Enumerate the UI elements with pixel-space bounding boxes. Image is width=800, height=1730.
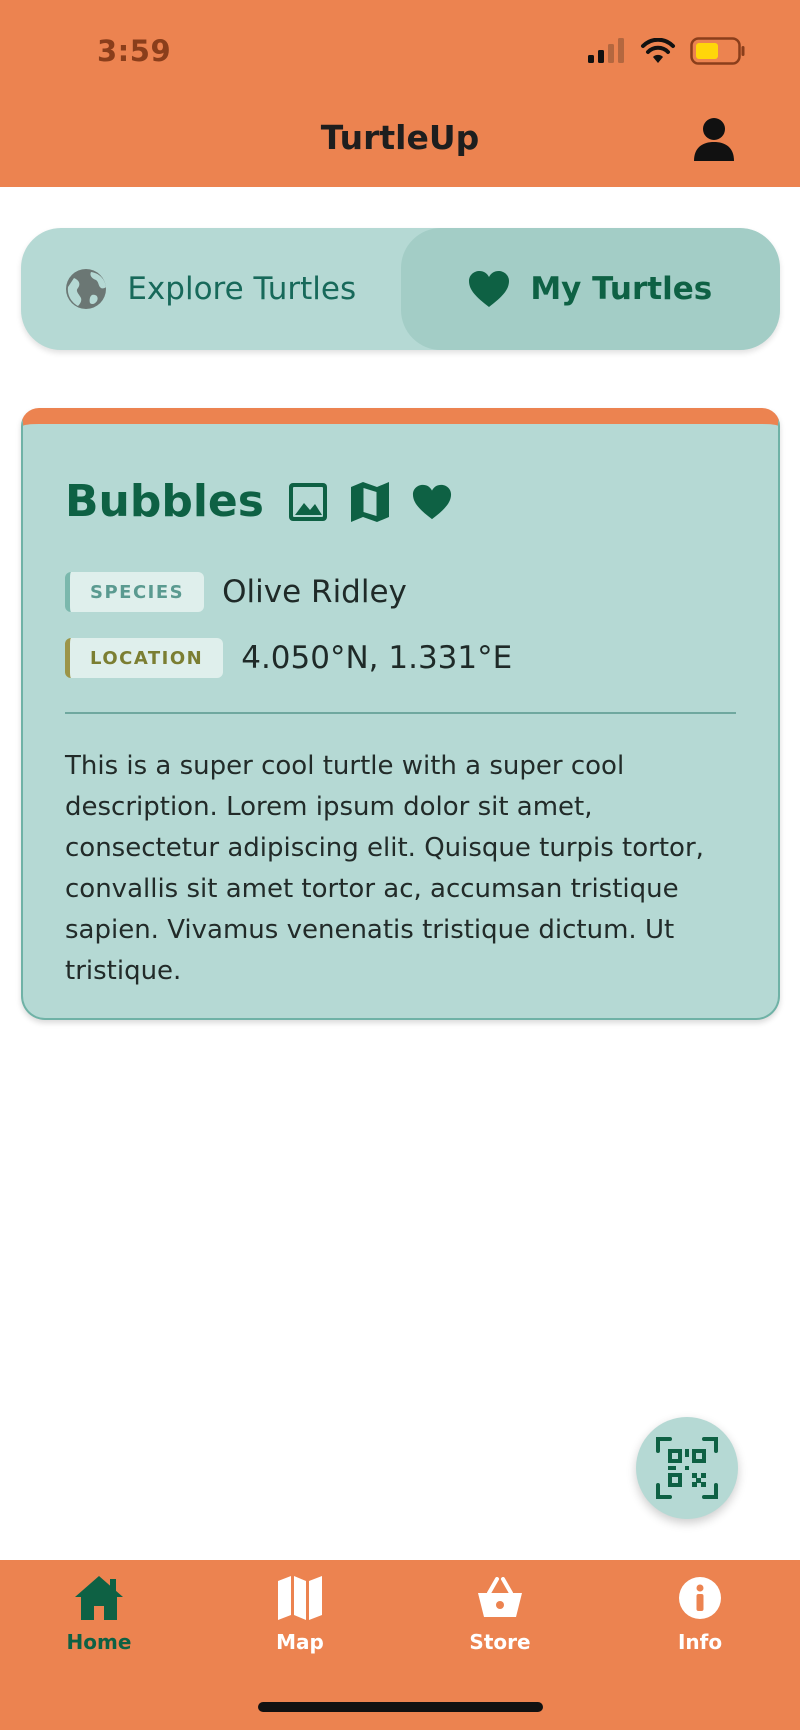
nav-home[interactable]: Home (39, 1572, 159, 1654)
favorite-button[interactable] (412, 480, 452, 524)
tab-my-turtles-label: My Turtles (530, 271, 713, 307)
battery-icon (690, 37, 745, 65)
turtle-name: Bubbles (65, 476, 264, 527)
nav-info[interactable]: Info (640, 1572, 760, 1654)
view-map-button[interactable] (350, 480, 390, 524)
location-badge: LOCATION (65, 638, 224, 678)
location-value: 4.050°N, 1.331°E (241, 640, 513, 676)
app-header: 3:59 TurtleUp (0, 0, 800, 187)
location-row: LOCATION 4.050°N, 1.331°E (65, 638, 512, 678)
heart-icon (412, 484, 452, 519)
status-time: 3:59 (97, 34, 172, 68)
tab-my-turtles[interactable]: My Turtles (400, 228, 780, 350)
home-icon (75, 1576, 123, 1620)
nav-map-label: Map (276, 1630, 324, 1654)
home-indicator (258, 1702, 543, 1712)
species-badge: SPECIES (65, 572, 205, 612)
profile-button[interactable] (692, 116, 736, 162)
turtle-description: This is a super cool turtle with a super… (65, 751, 704, 986)
scan-qr-button[interactable] (636, 1417, 738, 1519)
turtle-card-header: Bubbles (65, 476, 474, 527)
turtle-card[interactable]: Bubbles SPECIES Olive Ridley LOCATION 4.… (21, 408, 780, 1020)
map-icon (350, 481, 389, 522)
tab-explore-label: Explore Turtles (127, 271, 357, 307)
card-divider (65, 712, 736, 714)
app-title: TurtleUp (320, 118, 480, 157)
info-icon (679, 1577, 721, 1619)
person-icon (694, 118, 734, 161)
turtle-tabs: Explore Turtles My Turtles (21, 228, 780, 350)
tab-explore-turtles[interactable]: Explore Turtles (21, 228, 401, 350)
cellular-signal-icon (588, 38, 624, 63)
nav-info-label: Info (677, 1630, 723, 1654)
basket-icon (478, 1577, 522, 1617)
nav-store[interactable]: Store (440, 1572, 560, 1654)
map-icon (278, 1576, 322, 1620)
nav-home-label: Home (66, 1630, 132, 1654)
view-photos-button[interactable] (288, 480, 328, 524)
species-value: Olive Ridley (222, 574, 407, 610)
globe-icon (66, 269, 107, 309)
heart-icon (469, 271, 510, 307)
status-icons (586, 36, 746, 66)
wifi-icon (641, 38, 675, 63)
nav-store-label: Store (469, 1630, 531, 1654)
species-row: SPECIES Olive Ridley (65, 572, 407, 612)
nav-map[interactable]: Map (240, 1572, 360, 1654)
image-icon (288, 482, 327, 521)
qr-scan-icon (656, 1437, 718, 1499)
